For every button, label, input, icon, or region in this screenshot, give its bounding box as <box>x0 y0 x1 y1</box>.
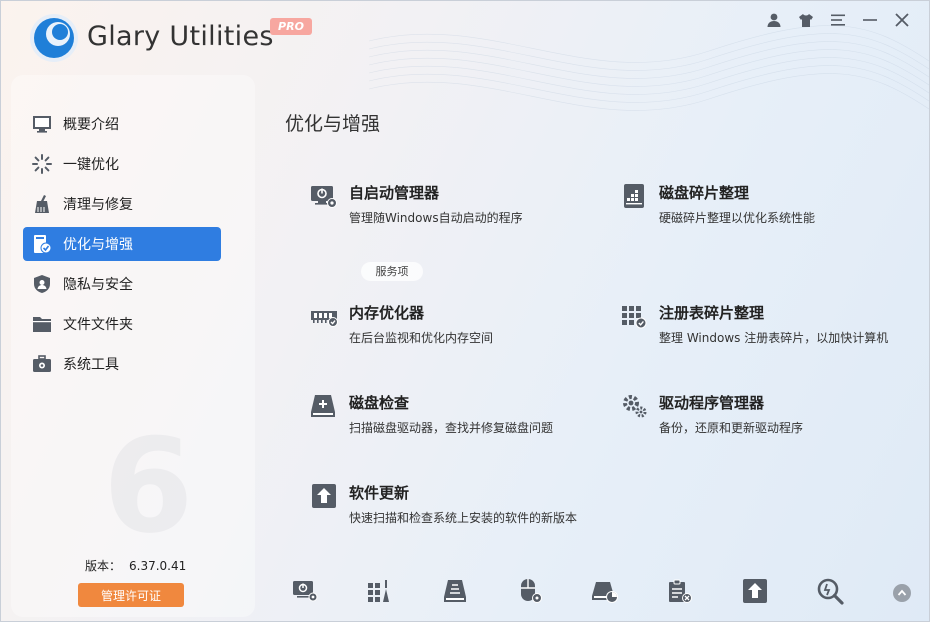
close-button[interactable] <box>893 9 911 31</box>
version-label: 版本： <box>85 559 122 573</box>
tool-desc: 管理随Windows自动启动的程序 <box>349 211 523 225</box>
pro-badge: PRO <box>270 18 312 35</box>
sidebar-item-system-tools[interactable]: 系统工具 <box>23 347 221 381</box>
tool-startup-manager[interactable]: 自启动管理器 管理随Windows自动启动的程序 <box>309 182 523 226</box>
tool-disk-defrag[interactable]: 磁盘碎片整理 硬磁碎片整理以优化系统性能 <box>619 182 815 226</box>
tool-name: 软件更新 <box>349 484 410 502</box>
version-value: 6.37.0.41 <box>129 559 187 573</box>
sidebar-item-one-click[interactable]: 一键优化 <box>23 147 221 181</box>
sidebar-item-label: 概要介绍 <box>63 117 119 133</box>
scroll-up-button[interactable] <box>893 584 911 602</box>
menu-button[interactable] <box>829 9 847 31</box>
monitor-icon <box>31 113 53 135</box>
tool-software-update[interactable]: 软件更新 快速扫描和检查系统上安装的软件的新版本 <box>309 482 577 526</box>
close-icon <box>895 13 909 27</box>
quick-disk-space-button[interactable] <box>589 577 664 605</box>
disk-check-icon <box>309 392 339 422</box>
menu-icon <box>831 14 845 26</box>
sidebar-item-label: 清理与修复 <box>63 197 133 213</box>
folder-icon <box>31 313 53 335</box>
optimize-icon <box>31 233 53 255</box>
mouse-privacy-icon <box>521 579 542 603</box>
memory-icon <box>309 302 339 332</box>
tool-desc: 扫描磁盘驱动器，查找并修复磁盘问题 <box>349 421 554 435</box>
tool-name: 驱动程序管理器 <box>659 394 765 412</box>
software-update-icon <box>309 482 339 512</box>
account-button[interactable] <box>765 9 783 31</box>
quick-startup-manager-button[interactable] <box>289 577 364 605</box>
glary-logo <box>30 14 78 62</box>
service-tag: 服务项 <box>361 262 423 281</box>
sidebar-item-privacy-security[interactable]: 隐私与安全 <box>23 267 221 301</box>
manage-license-button[interactable]: 管理许可证 <box>78 583 184 607</box>
disk-defrag-icon <box>619 182 649 212</box>
chevron-up-icon <box>897 589 907 596</box>
quick-registry-button[interactable] <box>364 577 439 605</box>
tool-memory-optimizer[interactable]: 内存优化器 在后台监视和优化内存空间 <box>309 302 493 346</box>
tool-desc: 在后台监视和优化内存空间 <box>349 331 494 345</box>
quick-search-button[interactable] <box>814 577 889 605</box>
search-icon <box>817 578 844 605</box>
quick-disk-cleaner-button[interactable] <box>439 577 514 605</box>
sidebar-item-label: 隐私与安全 <box>63 277 133 293</box>
registry-defrag-icon <box>619 302 649 332</box>
app-window: Glary Utilities PRO 6 概要介绍 一键优化 清理与修复 优化… <box>0 0 930 622</box>
tool-desc: 快速扫描和检查系统上安装的软件的新版本 <box>349 511 578 525</box>
skin-icon <box>799 14 813 27</box>
disk-cleaner-icon <box>444 580 466 602</box>
skin-button[interactable] <box>797 9 815 31</box>
quick-mouse-privacy-button[interactable] <box>514 577 589 605</box>
minimize-icon <box>863 19 877 21</box>
sidebar-item-label: 文件文件夹 <box>63 317 133 333</box>
shield-icon <box>31 273 53 295</box>
toolbox-icon <box>31 353 53 375</box>
window-controls <box>765 9 911 31</box>
version-watermark: 6 <box>103 410 194 562</box>
registry-icon <box>368 580 389 602</box>
bottom-toolbar <box>289 577 889 607</box>
sidebar-item-label: 系统工具 <box>63 357 119 373</box>
sparkle-icon <box>31 153 53 175</box>
tool-desc: 整理 Windows 注册表碎片，以加快计算机 <box>659 331 889 345</box>
tool-desc: 备份，还原和更新驱动程序 <box>659 421 804 435</box>
tool-name: 磁盘碎片整理 <box>659 184 750 202</box>
uninstall-icon <box>669 579 692 603</box>
quick-software-update-button[interactable] <box>739 577 814 605</box>
account-icon <box>767 13 781 27</box>
tool-registry-defrag[interactable]: 注册表碎片整理 整理 Windows 注册表碎片，以加快计算机 <box>619 302 888 346</box>
sidebar-item-optimize[interactable]: 优化与增强 <box>23 227 221 261</box>
quick-uninstall-button[interactable] <box>664 577 739 605</box>
startup-manager-icon <box>293 581 318 602</box>
sidebar-item-files-folders[interactable]: 文件文件夹 <box>23 307 221 341</box>
section-title: 优化与增强 <box>285 113 381 135</box>
app-title: Glary Utilities <box>87 21 274 52</box>
tool-name: 磁盘检查 <box>349 394 410 412</box>
broom-icon <box>31 193 53 215</box>
startup-manager-icon <box>309 182 339 212</box>
update-icon <box>743 579 767 603</box>
tool-desc: 硬磁碎片整理以优化系统性能 <box>659 211 816 225</box>
tool-driver-manager[interactable]: 驱动程序管理器 备份，还原和更新驱动程序 <box>619 392 803 436</box>
driver-manager-icon <box>619 392 649 422</box>
version-info: 版本： 6.37.0.41 <box>85 557 186 574</box>
tool-disk-check[interactable]: 磁盘检查 扫描磁盘驱动器，查找并修复磁盘问题 <box>309 392 553 436</box>
tool-name: 注册表碎片整理 <box>659 304 765 322</box>
tool-name: 自启动管理器 <box>349 184 440 202</box>
disk-space-icon <box>592 582 618 603</box>
tool-name: 内存优化器 <box>349 304 425 322</box>
sidebar-item-label: 优化与增强 <box>63 237 133 253</box>
sidebar-nav: 概要介绍 一键优化 清理与修复 优化与增强 隐私与安全 文件文件夹 系统工具 <box>23 107 221 387</box>
sidebar-item-clean-repair[interactable]: 清理与修复 <box>23 187 221 221</box>
minimize-button[interactable] <box>861 9 879 31</box>
sidebar: 6 概要介绍 一键优化 清理与修复 优化与增强 隐私与安全 文件文件夹 系统工具… <box>11 75 255 617</box>
sidebar-item-label: 一键优化 <box>63 157 119 173</box>
sidebar-item-overview[interactable]: 概要介绍 <box>23 107 221 141</box>
